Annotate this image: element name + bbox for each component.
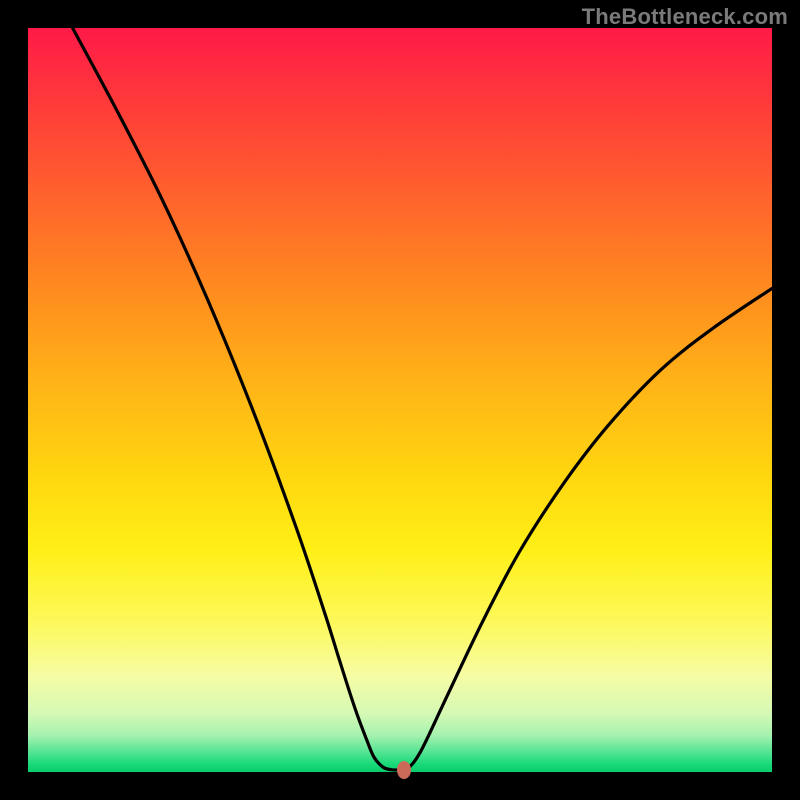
bottleneck-marker	[397, 761, 411, 779]
plot-area	[28, 28, 772, 772]
watermark-text: TheBottleneck.com	[582, 4, 788, 30]
curve-path	[73, 28, 772, 771]
chart-frame: TheBottleneck.com	[0, 0, 800, 800]
curve-svg	[28, 28, 772, 772]
